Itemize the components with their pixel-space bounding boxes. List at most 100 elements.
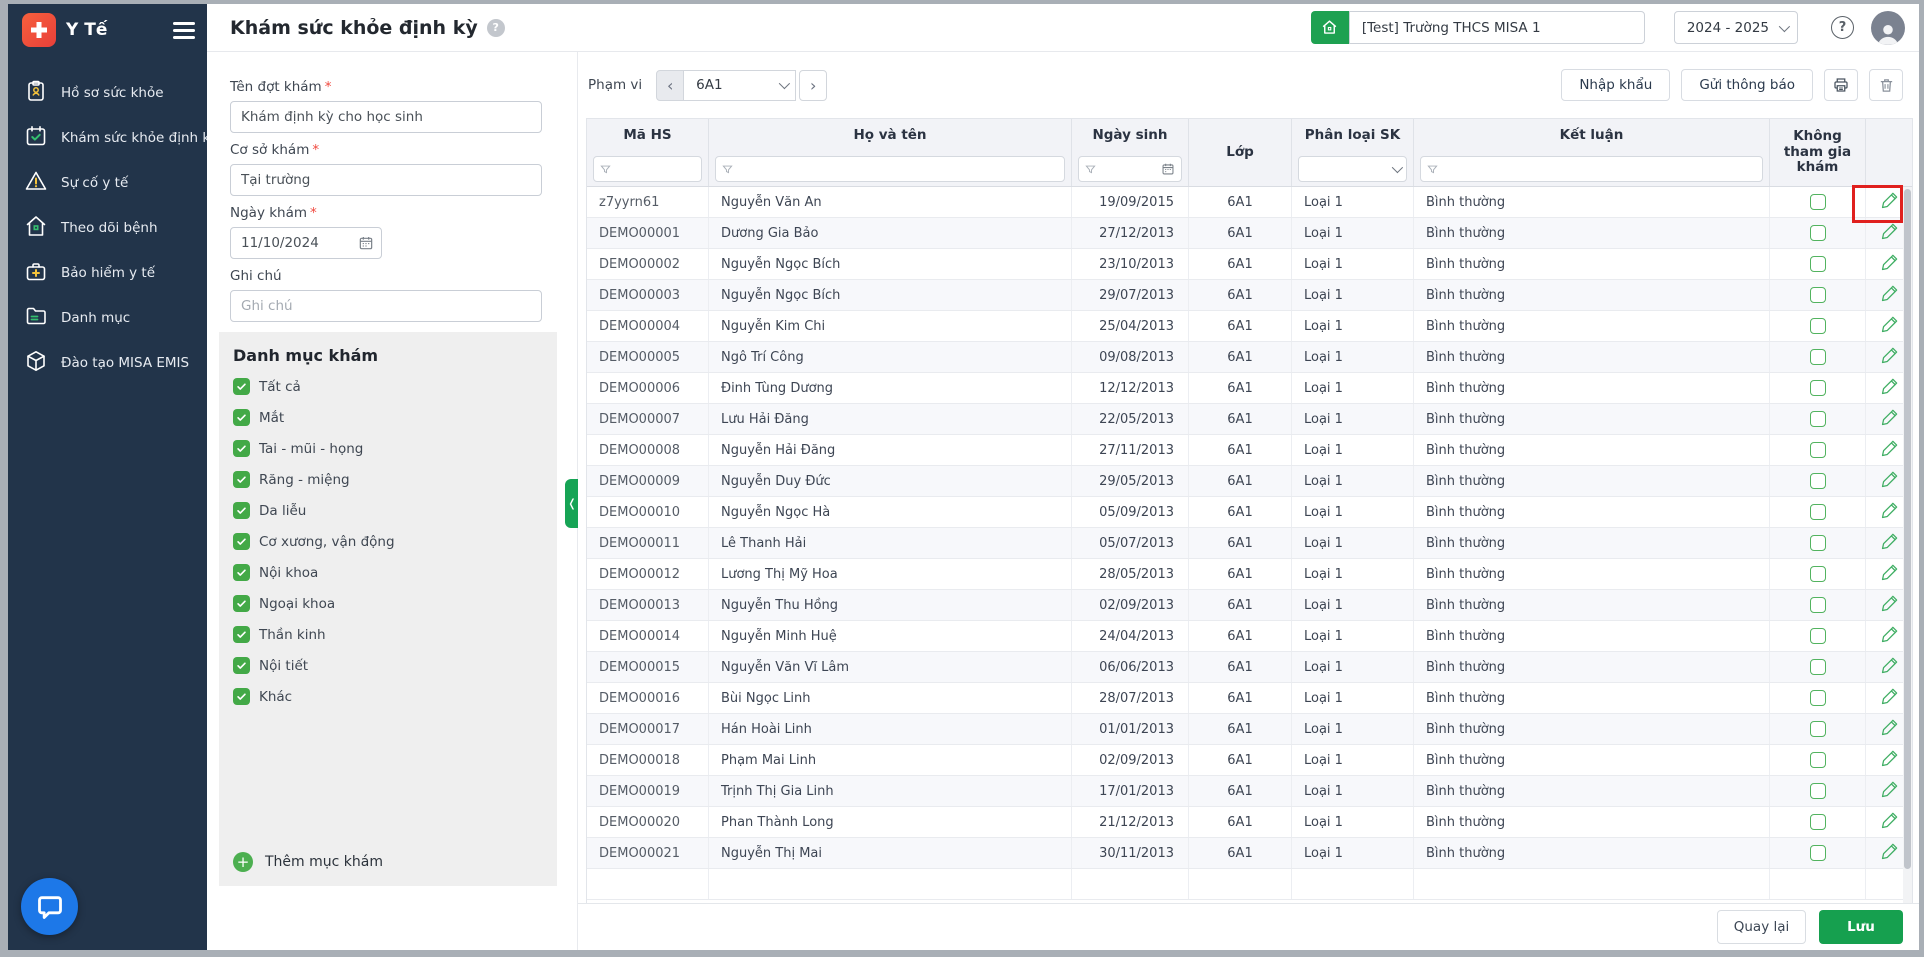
class-cell: 6A1 [1189,218,1292,248]
student-row: DEMO00003Nguyễn Ngọc Bích29/07/20136A1Lo… [587,280,1912,311]
col-header-class: Lớp [1189,119,1291,186]
student-row: DEMO00016Bùi Ngọc Linh28/07/20136A1Loại … [587,683,1912,714]
participation-checkbox[interactable] [1810,690,1826,706]
student-name-cell: Hán Hoài Linh [709,714,1072,744]
add-exam-item-button[interactable]: + Thêm mục khám [233,852,383,872]
exam-date-input[interactable] [230,227,382,259]
school-year-select[interactable]: 2024 - 2025 [1674,11,1798,44]
exam-category-checkbox-11[interactable]: Khác [233,688,543,705]
pencil-icon [1881,626,1898,646]
checked-checkbox-icon [233,533,250,550]
import-button[interactable]: Nhập khẩu [1561,69,1670,101]
filter-conclusion[interactable] [1420,156,1763,182]
participation-checkbox[interactable] [1810,349,1826,365]
table-body: z7yyrn61Nguyễn Văn An19/09/20156A1Loại 1… [587,187,1912,900]
participation-checkbox[interactable] [1810,752,1826,768]
health-type-cell: Loại 1 [1292,807,1414,837]
exam-category-label: Nội khoa [259,565,318,581]
student-name-cell: Nguyễn Thu Hồng [709,590,1072,620]
birth-date-cell: 23/10/2013 [1072,249,1189,279]
exam-category-checkbox-5[interactable]: Da liễu [233,502,543,519]
table-toolbar: Phạm vi ‹ 6A1 › Nhập khẩu Gửi thông báo [578,52,1913,118]
student-row: DEMO00004Nguyễn Kim Chi25/04/20136A1Loại… [587,311,1912,342]
class-cell: 6A1 [1189,187,1292,217]
home-button[interactable] [1311,11,1349,44]
exam-category-checkbox-3[interactable]: Tai - mũi - họng [233,440,543,457]
health-type-cell: Loại 1 [1292,838,1414,868]
participation-checkbox[interactable] [1810,814,1826,830]
vertical-scrollbar[interactable] [1903,187,1912,903]
participation-checkbox[interactable] [1810,473,1826,489]
school-selector[interactable]: [Test] Trường THCS MISA 1 [1349,11,1645,44]
exam-category-checkbox-6[interactable]: Cơ xương, vận động [233,533,543,550]
sidebar-item-3[interactable]: Sự cố y tế [8,160,207,205]
participation-checkbox[interactable] [1810,287,1826,303]
participation-checkbox[interactable] [1810,318,1826,334]
avatar[interactable] [1871,11,1905,45]
exam-category-checkbox-7[interactable]: Nội khoa [233,564,543,581]
participation-checkbox[interactable] [1810,628,1826,644]
funnel-icon [600,164,611,175]
facility-input[interactable] [230,164,542,196]
exam-category-checkbox-8[interactable]: Ngoại khoa [233,595,543,612]
scrollbar-thumb[interactable] [1904,189,1911,869]
participation-checkbox[interactable] [1810,256,1826,272]
participation-checkbox[interactable] [1810,659,1826,675]
health-type-cell: Loại 1 [1292,342,1414,372]
save-button[interactable]: Lưu [1819,910,1903,944]
participation-checkbox[interactable] [1810,721,1826,737]
health-type-cell: Loại 1 [1292,497,1414,527]
sidebar-item-6[interactable]: Danh mục [8,295,207,340]
exam-category-label: Tất cả [259,379,301,395]
participation-checkbox[interactable] [1810,194,1826,210]
sidebar-item-5[interactable]: Bảo hiểm y tế [8,250,207,295]
collapse-panel-button[interactable]: ❬ [565,479,579,528]
participation-checkbox[interactable] [1810,380,1826,396]
page-help-icon[interactable]: ? [487,19,505,37]
exam-category-checkbox-10[interactable]: Nội tiết [233,657,543,674]
participation-checkbox[interactable] [1810,535,1826,551]
sidebar-item-4[interactable]: Theo dõi bệnh [8,205,207,250]
campaign-input[interactable] [230,101,542,133]
chat-bubble-button[interactable] [21,878,78,935]
col-header-full-name: Họ và tên [709,119,1071,153]
scope-prev-button[interactable]: ‹ [656,70,684,101]
print-button[interactable] [1824,69,1858,101]
class-cell: 6A1 [1189,280,1292,310]
participation-checkbox[interactable] [1810,845,1826,861]
student-row: DEMO00006Đinh Tùng Dương12/12/20136A1Loạ… [587,373,1912,404]
send-notification-button[interactable]: Gửi thông báo [1681,69,1813,101]
student-id-cell: z7yyrn61 [587,187,709,217]
participation-checkbox[interactable] [1810,597,1826,613]
menu-toggle-icon[interactable] [173,18,195,43]
health-type-cell: Loại 1 [1292,373,1414,403]
participation-checkbox[interactable] [1810,225,1826,241]
sidebar-item-7[interactable]: Đào tạo MISA EMIS [8,340,207,385]
participation-checkbox[interactable] [1810,783,1826,799]
participation-checkbox[interactable] [1810,442,1826,458]
help-icon[interactable]: ? [1831,16,1854,39]
sidebar-item-1[interactable]: Hồ sơ sức khỏe [8,70,207,115]
scope-select[interactable]: 6A1 [684,70,796,101]
exam-category-checkbox-9[interactable]: Thần kinh [233,626,543,643]
sidebar-item-2[interactable]: Khám sức khỏe định kỳ [8,115,207,160]
filter-student-id[interactable] [593,156,702,182]
conclusion-cell: Bình thường [1414,528,1770,558]
delete-button[interactable] [1869,69,1903,101]
filter-full-name[interactable] [715,156,1065,182]
participation-checkbox[interactable] [1810,504,1826,520]
scope-next-button[interactable]: › [799,70,827,101]
filter-birth-date[interactable] [1078,156,1182,182]
note-input[interactable] [230,290,542,322]
exam-category-label: Tai - mũi - họng [259,441,363,457]
birth-date-cell: 25/04/2013 [1072,311,1189,341]
back-button[interactable]: Quay lại [1717,910,1806,944]
health-type-cell: Loại 1 [1292,776,1414,806]
participation-checkbox[interactable] [1810,411,1826,427]
filter-health-type[interactable] [1298,156,1407,182]
birth-date-cell: 27/11/2013 [1072,435,1189,465]
participation-checkbox[interactable] [1810,566,1826,582]
exam-category-checkbox-2[interactable]: Mắt [233,409,543,426]
exam-category-checkbox-4[interactable]: Răng - miệng [233,471,543,488]
exam-category-checkbox-1[interactable]: Tất cả [233,378,543,395]
